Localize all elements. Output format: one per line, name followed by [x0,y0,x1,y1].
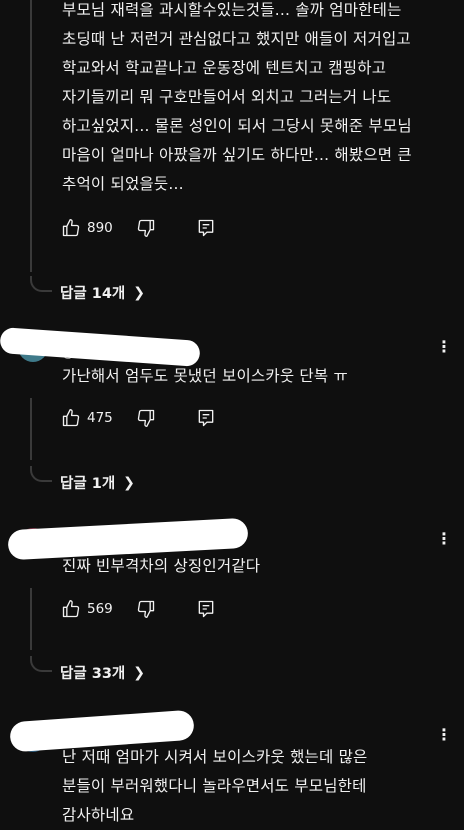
replies-count-label: 답글 1개 [60,476,116,492]
thread-hook [30,656,52,672]
thumbs-up-icon[interactable] [60,217,82,239]
more-vert-icon[interactable]: ⋮ [436,727,452,743]
thread-line [30,398,32,460]
chevron-right-icon: ❯ [133,664,145,681]
view-replies-button[interactable]: 답글 14개 ❯ [60,282,145,303]
comment-actions: 475 [60,406,217,430]
thumbs-down-icon[interactable] [135,217,157,239]
more-vert-icon[interactable]: ⋮ [436,339,452,355]
like-count: 890 [87,220,113,236]
comment-actions: 890 [60,216,217,240]
comment-text: 진짜 빈부격차의 상징인거같다 [62,557,261,575]
comment-text: 난 저때 엄마가 시켜서 보이스카웃 했는데 많은 분들이 부러워했다니 놀라우… [62,748,368,824]
like-count: 569 [87,601,113,617]
comment-reply-icon[interactable] [195,407,217,429]
more-vert-icon[interactable]: ⋮ [436,531,452,547]
chevron-right-icon: ❯ [133,284,145,301]
thread-line [30,588,32,650]
thread-line [30,0,32,272]
comment-reply-icon[interactable] [195,217,217,239]
thread-hook [30,466,52,482]
thumbs-down-icon[interactable] [135,407,157,429]
thumbs-up-icon[interactable] [60,598,82,620]
comment-reply-icon[interactable] [195,598,217,620]
chevron-right-icon: ❯ [123,474,135,491]
comment-actions: 569 [60,597,217,621]
comment-text: 가난해서 엄두도 못냈던 보이스카웃 단복 ㅠ [62,367,348,385]
replies-count-label: 답글 14개 [60,286,126,302]
thumbs-up-icon[interactable] [60,407,82,429]
view-replies-button[interactable]: 답글 33개 ❯ [60,662,145,683]
comment-text: 부모님 재력을 과시할수있는것들... 솔까 엄마한테는 초딩때 난 저런거 관… [62,1,412,193]
view-replies-button[interactable]: 답글 1개 ❯ [60,472,135,493]
replies-count-label: 답글 33개 [60,666,126,682]
thread-hook [30,276,52,292]
like-count: 475 [87,410,113,426]
thumbs-down-icon[interactable] [135,598,157,620]
